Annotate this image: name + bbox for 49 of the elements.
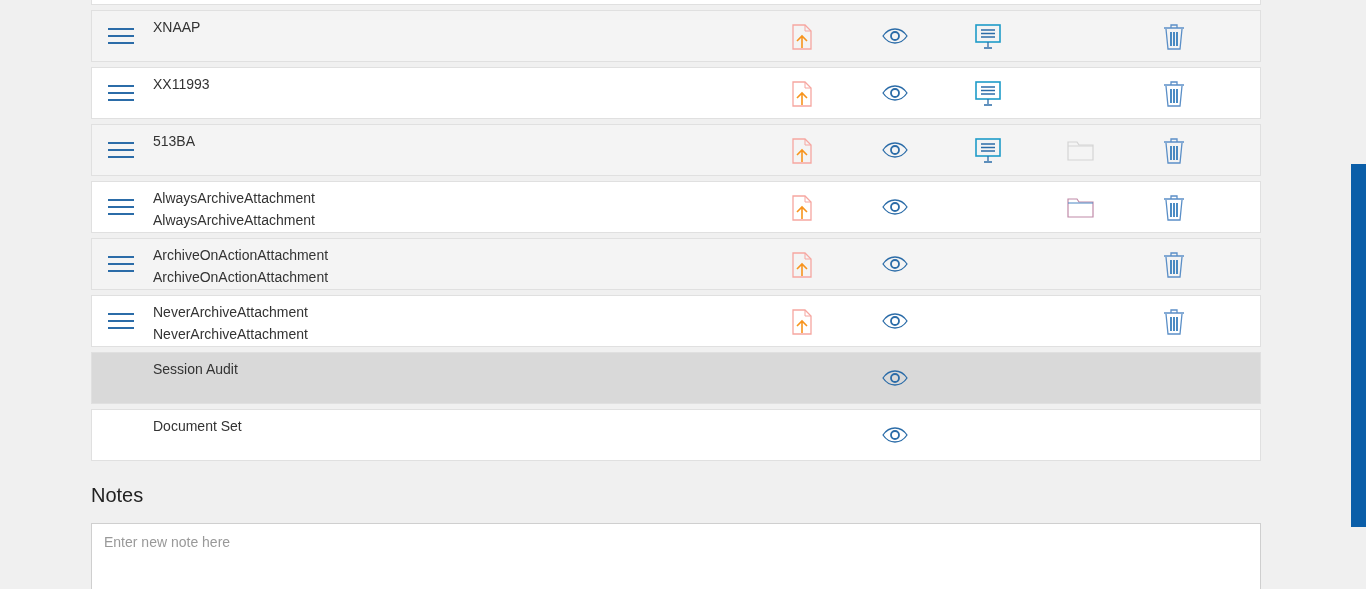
list-row[interactable]: Session Audit	[91, 352, 1261, 404]
trash-icon[interactable]	[1162, 81, 1185, 107]
trash-icon[interactable]	[1162, 24, 1185, 50]
item-name: Session Audit	[153, 360, 238, 379]
item-name: Document Set	[153, 417, 242, 436]
trash-icon[interactable]	[1162, 195, 1185, 221]
trash-icon[interactable]	[1162, 252, 1185, 278]
file-upload-icon[interactable]	[791, 81, 812, 107]
monitor-icon[interactable]	[974, 24, 1001, 49]
file-upload-icon[interactable]	[791, 195, 812, 221]
list-row[interactable]: XX11993	[91, 67, 1261, 119]
eye-icon[interactable]	[881, 370, 908, 386]
eye-icon[interactable]	[881, 142, 908, 158]
scrollbar-thumb[interactable]	[1351, 164, 1366, 527]
item-name: NeverArchiveAttachment	[153, 325, 308, 344]
item-name: NeverArchiveAttachment	[153, 303, 308, 322]
item-name: XNAAP	[153, 18, 201, 37]
item-name: ArchiveOnActionAttachment	[153, 268, 329, 287]
eye-icon[interactable]	[881, 28, 908, 44]
drag-handle-icon[interactable]	[108, 142, 134, 158]
eye-icon[interactable]	[881, 427, 908, 443]
item-name: 513BA	[153, 132, 196, 151]
monitor-icon[interactable]	[974, 81, 1001, 106]
trash-icon[interactable]	[1162, 309, 1185, 335]
item-name: ArchiveOnActionAttachment	[153, 246, 329, 265]
item-name: AlwaysArchiveAttachment	[153, 211, 315, 230]
item-name: AlwaysArchiveAttachment	[153, 189, 315, 208]
drag-handle-icon[interactable]	[108, 28, 134, 44]
list-row[interactable]: Document Set	[91, 409, 1261, 461]
file-upload-icon[interactable]	[791, 309, 812, 335]
folder-icon[interactable]	[1067, 198, 1094, 218]
list-row[interactable]: NeverArchiveAttachment NeverArchiveAttachment	[91, 295, 1261, 347]
drag-handle-icon[interactable]	[108, 256, 134, 272]
drag-handle-icon[interactable]	[108, 313, 134, 329]
list-row[interactable]: AlwaysArchiveAttachment AlwaysArchiveAttachment	[91, 181, 1261, 233]
notes-heading: Notes	[91, 483, 144, 507]
trash-icon[interactable]	[1162, 138, 1185, 164]
eye-icon[interactable]	[881, 85, 908, 101]
eye-icon[interactable]	[881, 199, 908, 215]
note-input-field[interactable]: Enter new note here	[91, 523, 1261, 589]
list-row[interactable]: 513BA	[91, 124, 1261, 176]
eye-icon[interactable]	[881, 313, 908, 329]
drag-handle-icon[interactable]	[108, 85, 134, 101]
eye-icon[interactable]	[881, 256, 908, 272]
drag-handle-icon[interactable]	[108, 199, 134, 215]
item-name: XX11993	[153, 75, 210, 94]
list-row[interactable]: XNAAP	[91, 10, 1261, 62]
monitor-icon[interactable]	[974, 138, 1001, 163]
list-row[interactable]: ArchiveOnActionAttachment ArchiveOnActionAttachment	[91, 238, 1261, 290]
